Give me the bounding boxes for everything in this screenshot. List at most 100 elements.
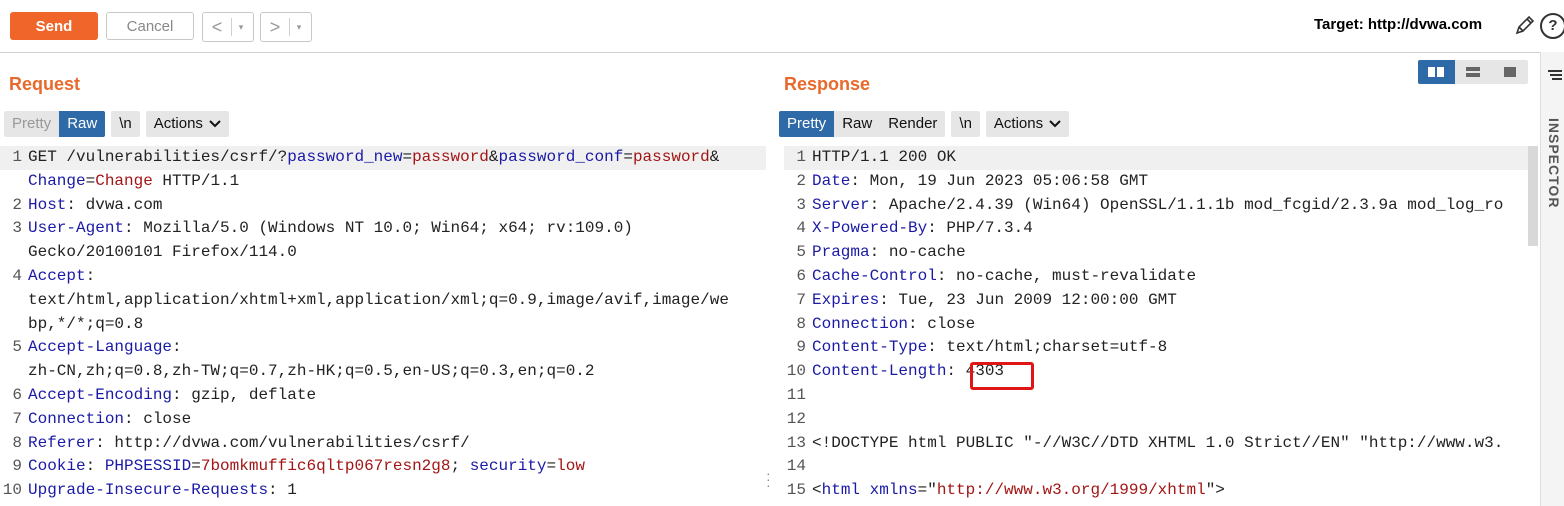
code-token: =" <box>917 481 937 500</box>
response-actions-button[interactable]: Actions <box>985 111 1070 137</box>
code-text: Server: Apache/2.4.39 (Win64) OpenSSL/1.… <box>812 194 1503 218</box>
back-dropdown-icon[interactable]: ▾ <box>232 22 250 33</box>
tab-request-pretty[interactable]: Pretty <box>4 111 59 137</box>
code-token: Cache-Control <box>812 266 937 285</box>
response-editor[interactable]: 1 HTTP/1.1 200 OK 2 Date: Mon, 19 Jun 2023 … <box>784 146 1528 506</box>
code-text: Change=Change HTTP/1.1 <box>28 170 239 194</box>
code-token: Change <box>95 171 153 190</box>
line-number <box>0 313 28 337</box>
code-line: 6 Accept-Encoding: gzip, deflate <box>0 384 766 408</box>
back-nav-group[interactable]: < ▾ <box>202 12 254 42</box>
forward-dropdown-icon[interactable]: ▾ <box>290 22 308 33</box>
code-line: 9 Content-Type: text/html;charset=utf-8 <box>784 336 1528 360</box>
forward-arrow-icon[interactable]: > <box>261 17 289 38</box>
line-number: 6 <box>796 266 806 285</box>
response-scrollbar[interactable] <box>1528 146 1538 246</box>
help-icon[interactable]: ? <box>1540 13 1564 39</box>
inspector-menu-icon[interactable] <box>1548 68 1562 86</box>
code-line: Gecko/20100101 Firefox/114.0 <box>0 241 766 265</box>
code-token: Content-Type <box>812 338 928 357</box>
layout-switch <box>1418 60 1528 84</box>
line-number <box>0 360 28 384</box>
chevron-down-icon <box>1049 111 1061 137</box>
line-number: 2 <box>12 195 22 214</box>
code-token: & <box>488 148 499 166</box>
code-token: : no-cache, must-revalidate <box>936 266 1197 285</box>
inspector-label[interactable]: INSPECTOR <box>1546 118 1562 208</box>
code-token: bp,*/*;q=0.8 <box>28 314 144 333</box>
code-text: Expires: Tue, 23 Jun 2009 12:00:00 GMT <box>812 289 1177 313</box>
code-token: : close <box>908 314 976 333</box>
code-line: zh-CN,zh;q=0.8,zh-TW;q=0.7,zh-HK;q=0.5,e… <box>0 360 766 384</box>
code-line: 2 Host: dvwa.com <box>0 194 766 218</box>
layout-horizontal-icon[interactable] <box>1455 60 1492 84</box>
code-token: = <box>85 171 96 190</box>
target-label: Target: http://dvwa.com <box>1314 16 1483 33</box>
code-token: X-Powered-By <box>812 219 928 238</box>
line-number: 10 <box>2 481 22 500</box>
code-token: = <box>402 148 413 166</box>
line-number <box>0 289 28 313</box>
request-tabbar: Pretty Raw \n Actions <box>4 111 229 137</box>
code-token: Connection <box>28 409 125 428</box>
tab-response-render[interactable]: Render <box>880 111 945 137</box>
pane-resize-handle[interactable]: · · · <box>766 466 771 492</box>
code-text: zh-CN,zh;q=0.8,zh-TW;q=0.7,zh-HK;q=0.5,e… <box>28 360 595 384</box>
forward-nav-group[interactable]: > ▾ <box>260 12 312 42</box>
code-text: Accept-Encoding: gzip, deflate <box>28 384 316 408</box>
code-text: Date: Mon, 19 Jun 2023 05:06:58 GMT <box>812 170 1148 194</box>
code-line: 7 Connection: close <box>0 408 766 432</box>
line-number: 3 <box>12 219 22 238</box>
code-token: Cookie <box>28 457 86 476</box>
tab-request-raw[interactable]: Raw <box>59 111 106 137</box>
code-text: <html xmlns="http://www.w3.org/1999/xhtm… <box>812 479 1225 503</box>
code-token: : <box>946 362 966 381</box>
request-actions-button[interactable]: Actions <box>145 111 229 137</box>
code-token: Pragma <box>812 243 870 262</box>
response-title: Response <box>784 74 871 94</box>
code-line: 13 <!DOCTYPE html PUBLIC "-//W3C//DTD XHT… <box>784 432 1528 456</box>
layout-split-icon[interactable] <box>1418 60 1455 84</box>
code-line: 4 Accept: <box>0 265 766 289</box>
tab-response-pretty[interactable]: Pretty <box>779 111 835 137</box>
code-text: Upgrade-Insecure-Requests: 1 <box>28 479 297 503</box>
code-text: <!DOCTYPE html PUBLIC "-//W3C//DTD XHTML… <box>812 432 1503 456</box>
code-token: = <box>191 457 201 476</box>
response-newline-toggle[interactable]: \n <box>951 111 980 137</box>
code-line: 12 <box>784 408 1528 432</box>
request-newline-toggle[interactable]: \n <box>111 111 140 137</box>
code-token: http://www.w3.org/1999/xhtml <box>936 481 1206 500</box>
code-token: : Mon, 19 Jun 2023 05:06:58 GMT <box>850 171 1149 190</box>
code-token: : http://dvwa.com/vulnerabilities/csrf/ <box>95 433 470 452</box>
code-token: password_conf <box>498 148 624 166</box>
request-editor[interactable]: 1 GET /vulnerabilities/csrf/?password_new… <box>0 146 766 506</box>
pencil-icon[interactable] <box>1514 14 1536 41</box>
code-line: 4 X-Powered-By: PHP/7.3.4 <box>784 217 1528 241</box>
code-token: < <box>812 481 822 500</box>
back-arrow-icon[interactable]: < <box>203 17 231 38</box>
code-text: Gecko/20100101 Firefox/114.0 <box>28 241 297 265</box>
code-text: Pragma: no-cache <box>812 241 966 265</box>
code-text: Connection: close <box>28 408 191 432</box>
code-line: 8 Referer: http://dvwa.com/vulnerabilitie… <box>0 432 766 456</box>
code-token: Date <box>812 171 851 190</box>
code-text: Host: dvwa.com <box>28 194 162 218</box>
request-view-tabs: Pretty Raw <box>4 111 106 137</box>
line-number: 7 <box>12 409 22 428</box>
code-line: 6 Cache-Control: no-cache, must-revalidat… <box>784 265 1528 289</box>
cancel-button[interactable]: Cancel <box>106 12 194 40</box>
code-token: html <box>821 481 861 500</box>
code-line: 10 Content-Length: 4303 <box>784 360 1528 384</box>
code-token: password_new <box>287 148 403 166</box>
code-line: 1 HTTP/1.1 200 OK <box>784 146 1528 170</box>
code-token: : no-cache <box>869 243 966 262</box>
top-toolbar: Send Cancel < ▾ > ▾ Target: http://dvwa.… <box>0 0 1564 53</box>
layout-single-icon[interactable] <box>1491 60 1528 84</box>
code-token: Gecko/20100101 Firefox/114.0 <box>28 243 297 262</box>
tab-response-raw[interactable]: Raw <box>834 111 880 137</box>
request-actions-label: Actions <box>153 115 203 132</box>
code-text: X-Powered-By: PHP/7.3.4 <box>812 217 1033 241</box>
code-token: <!DOCTYPE html PUBLIC "-//W3C//DTD XHTML… <box>812 433 1504 452</box>
send-button[interactable]: Send <box>10 12 98 40</box>
code-line: 5 Pragma: no-cache <box>784 241 1528 265</box>
